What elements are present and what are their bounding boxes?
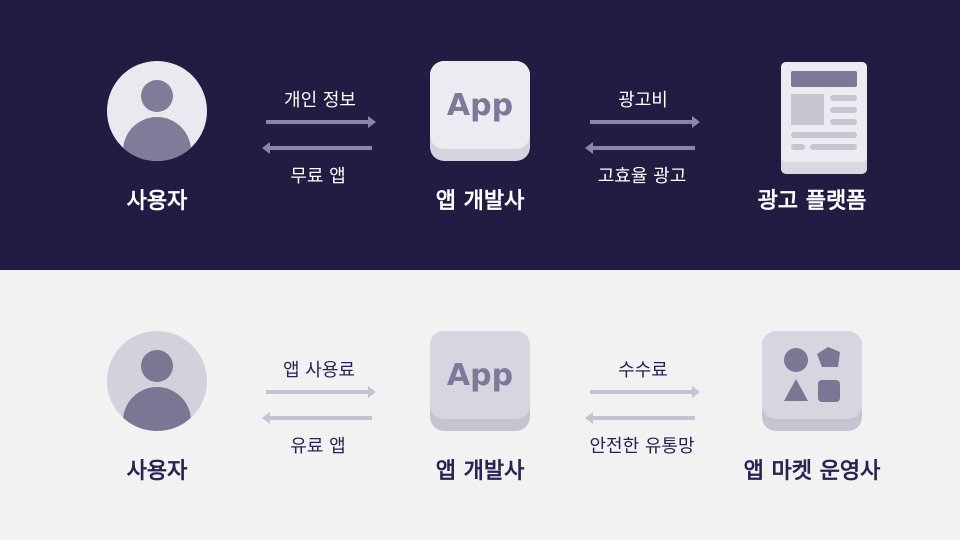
paid-app-label: 유료 앱 [290, 436, 346, 457]
arrow-left [585, 142, 695, 154]
top-flow-panel: 사용자 개인 정보 무료 앱 App 앱 개발사 광고비 고효율 광고 광고 플… [0, 0, 960, 270]
efficient-ad-label: 고효율 광고 [597, 166, 687, 187]
ad-platform-label: 광고 플랫폼 [757, 189, 867, 214]
app-developer-label: 앱 개발사 [435, 459, 525, 484]
arrow-right [590, 116, 700, 128]
arrow-left [262, 412, 372, 424]
personal-info-label: 개인 정보 [284, 90, 356, 111]
user-label: 사용자 [126, 189, 188, 214]
arrow-right [590, 386, 700, 398]
safe-distribution-label: 안전한 유통망 [589, 436, 695, 457]
app-fee-label: 앱 사용료 [283, 360, 355, 381]
free-app-label: 무료 앱 [290, 166, 346, 187]
user-label: 사용자 [126, 459, 188, 484]
app-market-icon [762, 331, 862, 431]
commission-label: 수수료 [618, 360, 668, 381]
app-developer-label: 앱 개발사 [435, 189, 525, 214]
shapes-icon [784, 347, 840, 402]
bottom-flow-panel: 사용자 앱 사용료 유료 앱 App 앱 개발사 수수료 안전한 유통망 앱 마… [0, 270, 960, 540]
ad-document-icon [781, 62, 867, 174]
user-icon [107, 61, 207, 161]
arrow-right [266, 386, 376, 398]
app-market-label: 앱 마켓 운영사 [743, 459, 881, 484]
app-icon: App [430, 61, 530, 161]
user-icon [107, 331, 207, 431]
arrow-right [266, 116, 376, 128]
ad-cost-label: 광고비 [618, 90, 668, 111]
app-icon: App [430, 331, 530, 431]
arrow-left [585, 412, 695, 424]
arrow-left [262, 142, 372, 154]
